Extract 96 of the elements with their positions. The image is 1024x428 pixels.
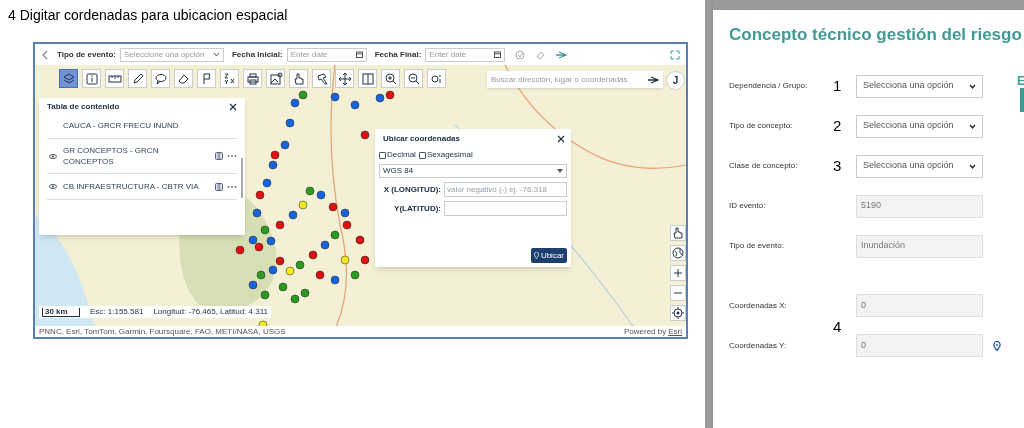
datum-dropdown[interactable]: WGS 84 xyxy=(379,164,567,178)
calendar-icon xyxy=(355,51,363,58)
zoom-in-icon xyxy=(382,70,399,87)
hand-tool-button[interactable] xyxy=(289,69,308,88)
readonly-field: 0 xyxy=(856,294,983,317)
axes-tool-button[interactable] xyxy=(220,69,239,88)
option-dropdown[interactable]: Selecciona una opción xyxy=(856,114,983,138)
panel-title: Tabla de contenido xyxy=(47,101,120,113)
scale-text: Esc: 1:155.581 xyxy=(90,306,144,318)
settings-tool-button[interactable] xyxy=(427,69,446,88)
layers-tool-button[interactable] xyxy=(59,69,78,88)
chevron-down-icon xyxy=(969,123,976,129)
field-label: Clase de concepto: xyxy=(729,160,799,172)
close-icon[interactable] xyxy=(557,135,565,143)
caption-text: 4 Digitar cordenadas para ubicacion espacial xyxy=(7,6,289,24)
map-attribution: PNNC, Esri, TomTom, Garmin, Foursquare, FAO, METI/NASA, USGS xyxy=(39,325,286,338)
send-icon[interactable] xyxy=(647,75,659,84)
speech-bubble-tool-button[interactable] xyxy=(151,69,170,88)
pencil-tool-button[interactable] xyxy=(128,69,147,88)
scale-bar: 30 km xyxy=(42,307,80,317)
chevron-down-icon xyxy=(969,163,976,169)
scrollbar-thumb[interactable] xyxy=(241,158,243,198)
back-icon[interactable] xyxy=(41,49,49,60)
chevron-down-icon xyxy=(212,52,220,57)
legend-icon[interactable] xyxy=(215,152,223,160)
image-pin-tool-button[interactable] xyxy=(266,69,285,88)
split-view-tool-button[interactable] xyxy=(358,69,377,88)
powered-by-text: Powered by xyxy=(623,325,667,338)
layer-name[interactable]: GR CONCEPTOS - GRCN CONCEPTOS xyxy=(63,145,211,167)
step-number: 1 xyxy=(833,75,843,96)
filter-label: Fecha Final: xyxy=(374,48,422,61)
legend-icon[interactable] xyxy=(215,182,223,191)
info-tool-button[interactable] xyxy=(82,69,101,88)
field-label: Tipo de evento: xyxy=(729,240,785,252)
filter-label: Tipo de evento: xyxy=(57,48,116,61)
layer-name[interactable]: CAUCA - GRCR FRECU INUND xyxy=(63,120,237,131)
eraser-tool-button[interactable] xyxy=(174,69,193,88)
more-options-icon[interactable] xyxy=(227,154,237,158)
zoom-in-button[interactable] xyxy=(670,265,686,281)
readonly-field: 5190 xyxy=(856,194,983,218)
check-circle-icon[interactable] xyxy=(515,49,526,60)
filter-label: Fecha Inicial: xyxy=(231,48,283,61)
dialog-title: Ubicar coordenadas xyxy=(383,133,460,145)
field-label: Coordenadas X: xyxy=(729,299,788,312)
field-label: Tipo de concepto: xyxy=(729,120,794,132)
map-pin-icon xyxy=(533,252,539,259)
cursor-coordinates: Longitud: -76.465, Latitud: 4.311 xyxy=(153,306,268,318)
eye-icon[interactable] xyxy=(49,184,57,189)
map-pin-icon[interactable] xyxy=(993,340,1001,351)
printer-tool-button[interactable] xyxy=(243,69,262,88)
section-heading: E xyxy=(1017,73,1024,90)
flag-tool-button[interactable] xyxy=(197,69,216,88)
hammer-tool-button[interactable] xyxy=(312,69,331,88)
globe-icon xyxy=(671,246,685,260)
plus-icon xyxy=(671,266,685,280)
hand-icon xyxy=(671,226,685,240)
field-label: X (LONGITUD): xyxy=(382,183,441,196)
esri-link[interactable]: Esri xyxy=(668,325,682,338)
close-icon[interactable] xyxy=(229,103,237,111)
readonly-field: 0 xyxy=(856,334,983,357)
zoom-out-icon xyxy=(405,70,422,87)
basemap-button[interactable] xyxy=(670,245,686,261)
step-number: 2 xyxy=(833,115,843,136)
ruler-tool-button[interactable] xyxy=(105,69,124,88)
coordinate-format-checkbox[interactable]: Decimal xyxy=(379,149,416,161)
info-icon xyxy=(83,70,100,87)
eye-icon[interactable] xyxy=(49,153,57,159)
locate-icon xyxy=(671,306,685,320)
coordinate-format-checkbox[interactable]: Sexagesimal xyxy=(418,149,473,161)
printer-icon xyxy=(244,70,261,87)
locate-button[interactable]: Ubicar xyxy=(530,248,567,263)
more-options-icon[interactable] xyxy=(227,184,237,189)
dropdown-arrow-icon xyxy=(557,169,563,173)
layer-name[interactable]: CB INFRAESTRUCTURA - CBTR VIA xyxy=(63,181,211,192)
chevron-down-icon xyxy=(969,83,976,89)
option-dropdown[interactable]: Selecciona una opción xyxy=(856,74,983,98)
coordinate-input[interactable]: valor negativo (-) ej. -76.318 xyxy=(444,182,567,197)
calendar-icon xyxy=(494,51,502,58)
dialog-title: Concepto técnico gestión del riesgo xyxy=(729,24,1023,46)
move-icon xyxy=(336,70,353,87)
readonly-field: Inundación xyxy=(856,234,983,258)
split-view-icon xyxy=(359,70,376,87)
pan-button[interactable] xyxy=(670,225,686,241)
move-tool-button[interactable] xyxy=(335,69,354,88)
field-label: Coordenadas Y: xyxy=(729,339,788,352)
my-location-button[interactable] xyxy=(670,305,686,321)
option-dropdown[interactable]: Selecciona una opción xyxy=(856,154,983,178)
zoom-in-tool-button[interactable] xyxy=(381,69,400,88)
step-number: 3 xyxy=(833,155,843,176)
zoom-out-tool-button[interactable] xyxy=(404,69,423,88)
field-label: Dependencia / Grupo: xyxy=(729,80,809,92)
image-pin-icon xyxy=(267,70,284,87)
field-label: Y(LATITUD): xyxy=(393,202,441,215)
step-number: 4 xyxy=(833,317,842,337)
coordinate-input[interactable] xyxy=(444,201,567,216)
field-label: ID evento: xyxy=(729,200,767,212)
